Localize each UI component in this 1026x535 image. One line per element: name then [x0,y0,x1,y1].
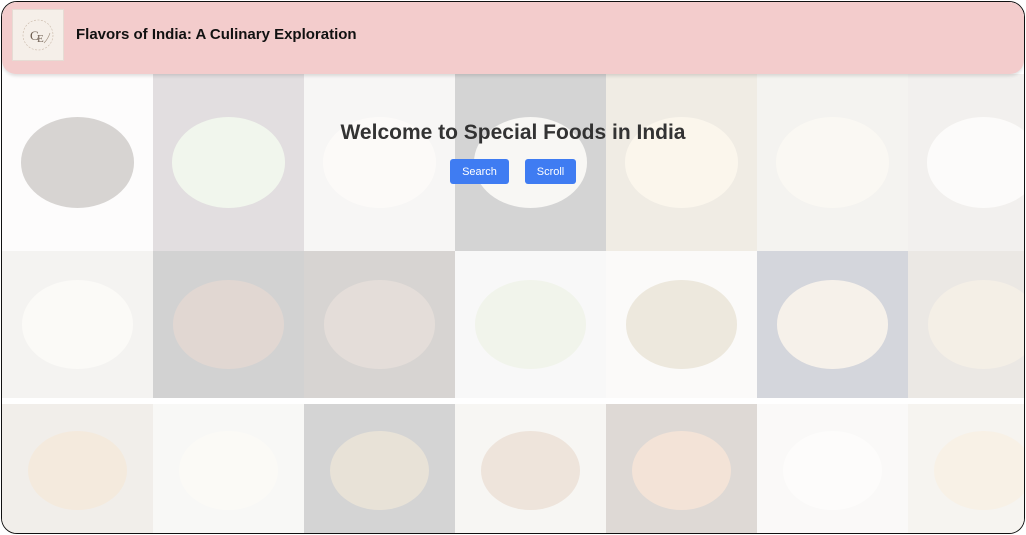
monogram-logo-icon[interactable]: C E [12,9,64,61]
gallery-divider [2,398,1024,404]
svg-text:E: E [37,33,44,45]
app-window: C E Flavors of India: A Culinary Explora… [1,1,1025,534]
scroll-button[interactable]: Scroll [525,159,576,184]
site-header: C E Flavors of India: A Culinary Explora… [2,2,1024,74]
site-title: Flavors of India: A Culinary Exploration [76,26,357,43]
monogram-logo-svg: C E [22,19,54,51]
gallery-overlay [2,2,1024,533]
search-button[interactable]: Search [450,159,509,184]
hero-heading: Welcome to Special Foods in India [340,121,686,144]
